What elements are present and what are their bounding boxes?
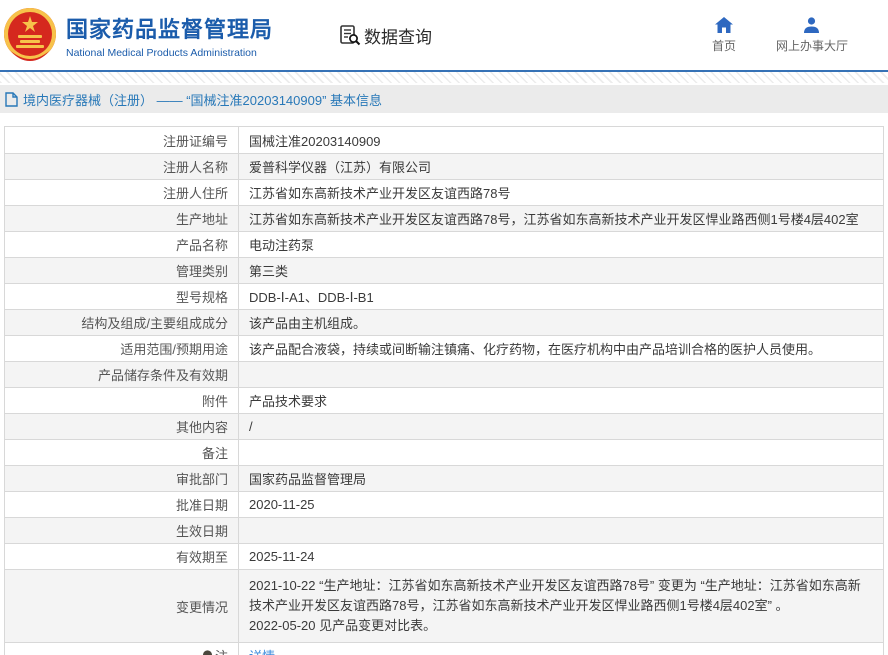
row-value xyxy=(239,440,883,465)
table-row: 其他内容 / xyxy=(5,413,883,439)
site-logo-link[interactable]: 国家药品监督管理局 National Medical Products Admi… xyxy=(3,7,273,63)
row-label: 生效日期 xyxy=(5,518,239,543)
table-row: 备注 xyxy=(5,439,883,465)
row-value: 江苏省如东高新技术产业开发区友谊西路78号，江苏省如东高新技术产业开发区悍业路西… xyxy=(239,206,883,231)
row-value: 爱普科学仪器（江苏）有限公司 xyxy=(239,154,883,179)
table-row: 批准日期 2020-11-25 xyxy=(5,491,883,517)
row-label: 管理类别 xyxy=(5,258,239,283)
row-label: 有效期至 xyxy=(5,544,239,569)
table-row: 注册人住所 江苏省如东高新技术产业开发区友谊西路78号 xyxy=(5,179,883,205)
row-value: 2021-10-22 “生产地址：江苏省如东高新技术产业开发区友谊西路78号” … xyxy=(239,570,883,642)
home-link-label: 首页 xyxy=(712,37,736,54)
row-label: 产品储存条件及有效期 xyxy=(5,362,239,387)
table-row: 注 详情 xyxy=(5,642,883,655)
row-label: 结构及组成/主要组成成分 xyxy=(5,310,239,335)
row-label: 适用范围/预期用途 xyxy=(5,336,239,361)
row-value: 2025-11-24 xyxy=(239,544,883,569)
site-subtitle: National Medical Products Administration xyxy=(66,47,273,59)
row-label: 审批部门 xyxy=(5,466,239,491)
row-value: DDB-Ⅰ-A1、DDB-Ⅰ-B1 xyxy=(239,284,883,309)
row-value: 产品技术要求 xyxy=(239,388,883,413)
national-emblem-icon xyxy=(3,7,57,63)
document-search-icon xyxy=(339,24,361,46)
row-label: 注 xyxy=(5,643,239,655)
row-label: 附件 xyxy=(5,388,239,413)
row-value: / xyxy=(239,414,883,439)
row-label: 备注 xyxy=(5,440,239,465)
decor-hatch-strip xyxy=(0,72,888,83)
bulb-icon xyxy=(202,650,213,655)
row-value xyxy=(239,518,883,543)
row-label: 注册人名称 xyxy=(5,154,239,179)
site-header: 国家药品监督管理局 National Medical Products Admi… xyxy=(0,0,888,70)
row-label: 型号规格 xyxy=(5,284,239,309)
table-row: 型号规格 DDB-Ⅰ-A1、DDB-Ⅰ-B1 xyxy=(5,283,883,309)
row-value: 详情 xyxy=(239,643,883,655)
row-label: 注册人住所 xyxy=(5,180,239,205)
row-value: 第三类 xyxy=(239,258,883,283)
registration-info-table: 注册证编号 国械注准20203140909 注册人名称 爱普科学仪器（江苏）有限… xyxy=(4,126,884,655)
row-value: 该产品由主机组成。 xyxy=(239,310,883,335)
table-row: 产品储存条件及有效期 xyxy=(5,361,883,387)
breadcrumb: 境内医疗器械（注册） —— “国械注准20203140909” 基本信息 xyxy=(0,85,888,113)
row-value: 2020-11-25 xyxy=(239,492,883,517)
online-hall-link[interactable]: 网上办事大厅 xyxy=(776,17,848,54)
table-row: 审批部门 国家药品监督管理局 xyxy=(5,465,883,491)
table-row: 附件 产品技术要求 xyxy=(5,387,883,413)
table-row: 变更情况 2021-10-22 “生产地址：江苏省如东高新技术产业开发区友谊西路… xyxy=(5,569,883,642)
data-query-nav[interactable]: 数据查询 xyxy=(339,23,432,48)
row-label: 注册证编号 xyxy=(5,127,239,153)
row-label: 产品名称 xyxy=(5,232,239,257)
table-row: 生产地址 江苏省如东高新技术产业开发区友谊西路78号，江苏省如东高新技术产业开发… xyxy=(5,205,883,231)
row-value: 该产品配合液袋，持续或间断输注镇痛、化疗药物，在医疗机构中由产品培训合格的医护人… xyxy=(239,336,883,361)
detail-link[interactable]: 详情 xyxy=(249,646,275,655)
table-row: 适用范围/预期用途 该产品配合液袋，持续或间断输注镇痛、化疗药物，在医疗机构中由… xyxy=(5,335,883,361)
row-value xyxy=(239,362,883,387)
row-value: 电动注药泵 xyxy=(239,232,883,257)
site-title: 国家药品监督管理局 xyxy=(66,12,273,44)
data-query-label: 数据查询 xyxy=(364,23,432,48)
breadcrumb-text: 境内医疗器械（注册） —— “国械注准20203140909” 基本信息 xyxy=(23,90,382,109)
row-label: 批准日期 xyxy=(5,492,239,517)
page-icon xyxy=(5,92,18,107)
row-label: 变更情况 xyxy=(5,570,239,642)
note-label: 注 xyxy=(215,646,228,655)
home-link[interactable]: 首页 xyxy=(712,17,736,54)
table-row: 注册证编号 国械注准20203140909 xyxy=(5,127,883,153)
row-value: 江苏省如东高新技术产业开发区友谊西路78号 xyxy=(239,180,883,205)
user-icon xyxy=(803,17,820,33)
table-row: 生效日期 xyxy=(5,517,883,543)
table-row: 产品名称 电动注药泵 xyxy=(5,231,883,257)
online-hall-link-label: 网上办事大厅 xyxy=(776,37,848,54)
row-label: 生产地址 xyxy=(5,206,239,231)
table-row: 注册人名称 爱普科学仪器（江苏）有限公司 xyxy=(5,153,883,179)
table-row: 有效期至 2025-11-24 xyxy=(5,543,883,569)
table-row: 结构及组成/主要组成成分 该产品由主机组成。 xyxy=(5,309,883,335)
home-icon xyxy=(715,17,733,33)
row-value: 国械注准20203140909 xyxy=(239,127,883,153)
row-label: 其他内容 xyxy=(5,414,239,439)
table-row: 管理类别 第三类 xyxy=(5,257,883,283)
row-value: 国家药品监督管理局 xyxy=(239,466,883,491)
